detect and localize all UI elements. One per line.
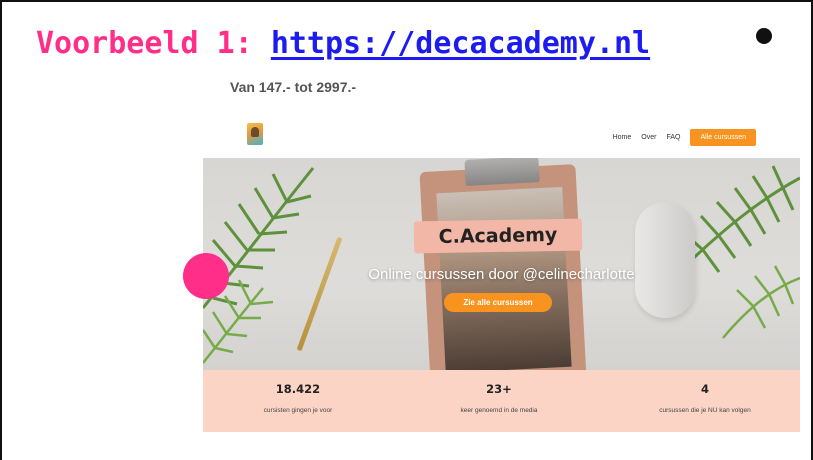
bullet-dot [756,28,772,44]
slide-title: Voorbeeld 1: https://decacademy.nl [36,24,650,64]
nav-links: Home Over FAQ Alle cursussen [613,129,756,146]
nav-link-faq[interactable]: FAQ [666,134,680,141]
stat-label: cursussen die je NU kan volgen [659,407,751,414]
brand-name: C.Academy [438,223,558,249]
stat-label: keer genoemd in de media [460,407,538,414]
hero-section: C.Academy Online cursussen door @celinec… [203,158,800,370]
logo-icon[interactable] [247,123,263,145]
hero-tagline: Online cursussen door @celinecharlotte [368,266,635,283]
nav-link-over[interactable]: Over [641,134,656,141]
decacademy-link[interactable]: https://decacademy.nl [271,26,650,61]
stat-label: cursisten gingen je voor [263,407,333,414]
nav-link-home[interactable]: Home [613,134,632,141]
website-screenshot: Home Over FAQ Alle cursussen C.Academy O… [203,116,800,434]
stat-value: 18.422 [275,382,321,396]
stat-value: 4 [700,382,709,396]
stat-students: 18.422 cursisten gingen je voor [208,370,388,414]
stat-media: 23+ keer genoemd in de media [409,370,589,414]
pink-dot [183,253,229,299]
site-nav: Home Over FAQ Alle cursussen [203,116,800,158]
stat-value: 23+ [486,382,512,396]
all-courses-nav-button[interactable]: Alle cursussen [690,129,756,146]
stat-courses: 4 cursussen die je NU kan volgen [615,370,795,414]
price-range: Van 147.- tot 2997.- [230,79,357,95]
see-all-courses-button[interactable]: Zie alle cursussen [444,293,552,312]
brand-badge: C.Academy [413,218,583,254]
title-prefix: Voorbeeld 1: [36,26,271,61]
stats-bar: 18.422 cursisten gingen je voor 23+ keer… [203,370,800,432]
hero-overlay [203,158,800,370]
